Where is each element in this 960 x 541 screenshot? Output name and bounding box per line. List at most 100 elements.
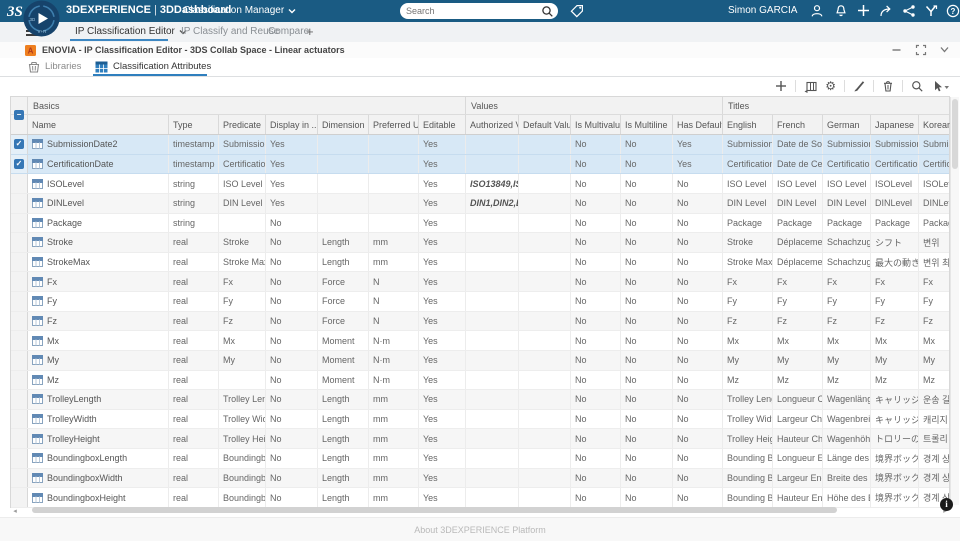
horizontal-scrollbar-thumb[interactable]: [32, 507, 837, 513]
column-header-title_fr[interactable]: French: [773, 115, 823, 134]
table-row[interactable]: FyrealFyNoForceNYesNoNoNoFyFyFyFyFy: [11, 292, 949, 312]
widget-title: ENOVIA - IP Classification Editor - 3DS …: [42, 45, 345, 55]
row-checkbox[interactable]: ✓: [14, 159, 24, 169]
add-tab-button[interactable]: +: [306, 24, 314, 39]
horizontal-scrollbar-track[interactable]: [20, 507, 940, 514]
column-header-label: English: [727, 120, 757, 130]
row-select-cell[interactable]: [11, 351, 28, 370]
row-select-cell[interactable]: [11, 488, 28, 507]
table-row[interactable]: MxrealMxNoMomentN·mYesNoNoNoMxMxMxMxMx: [11, 331, 949, 351]
tab-compare[interactable]: Compare: [268, 22, 309, 41]
column-header-authorized[interactable]: Authorized Val...: [466, 115, 519, 134]
row-select-cell[interactable]: [11, 272, 28, 291]
column-header-title_en[interactable]: English: [723, 115, 773, 134]
help-icon[interactable]: ?: [946, 4, 960, 18]
tag-icon[interactable]: [570, 4, 584, 18]
subtab-classification-attributes[interactable]: Classification Attributes: [95, 58, 211, 75]
add-content-icon[interactable]: [857, 4, 870, 17]
about-link[interactable]: About 3DEXPERIENCE Platform: [414, 525, 546, 535]
row-select-cell[interactable]: [11, 410, 28, 429]
horizontal-scrollbar[interactable]: ◂ ▸: [10, 506, 950, 515]
cell-dimension: Length: [318, 410, 369, 429]
row-select-cell[interactable]: [11, 312, 28, 331]
table-row[interactable]: FxrealFxNoForceNYesNoNoNoFxFxFxFxFx: [11, 272, 949, 292]
table-row[interactable]: PackagestringNoYesNoNoNoPackagePackagePa…: [11, 214, 949, 234]
table-row[interactable]: TrolleyWidthrealTrolley WidthNoLengthmmY…: [11, 410, 949, 430]
table-search-button[interactable]: [911, 80, 924, 93]
column-header-name[interactable]: Name: [28, 115, 169, 134]
column-header-multiline[interactable]: Is Multiline: [621, 115, 673, 134]
table-row[interactable]: FzrealFzNoForceNYesNoNoNoFzFzFzFzFz: [11, 312, 949, 332]
row-select-cell[interactable]: [11, 233, 28, 252]
settings-button[interactable]: ⚙: [825, 80, 836, 92]
column-header-predicate[interactable]: Predicate: [219, 115, 266, 134]
share-forward-icon[interactable]: [879, 4, 893, 18]
row-select-cell[interactable]: [11, 469, 28, 488]
compass-icon[interactable]: 3D V+R: [23, 0, 60, 37]
row-select-cell[interactable]: [11, 429, 28, 448]
select-all-checkbox[interactable]: −: [14, 110, 24, 120]
column-header-title_ja[interactable]: Japanese: [871, 115, 919, 134]
vertical-scrollbar[interactable]: [950, 97, 959, 505]
maximize-button[interactable]: [915, 44, 927, 56]
app-menu-button[interactable]: Classification Manager: [183, 5, 296, 16]
table-row[interactable]: BoundingboxHeightrealBoundingbox ...NoLe…: [11, 488, 949, 508]
add-attribute-button[interactable]: [775, 80, 787, 92]
column-header-type[interactable]: Type: [169, 115, 219, 134]
row-select-cell[interactable]: [11, 253, 28, 272]
subtab-libraries[interactable]: Libraries: [28, 58, 81, 75]
row-checkbox[interactable]: ✓: [14, 139, 24, 149]
column-header-title_de[interactable]: German: [823, 115, 871, 134]
table-row[interactable]: MzrealNoMomentN·mYesNoNoNoMzMzMzMzMz: [11, 371, 949, 391]
table-row[interactable]: ✓CertificationDatetimestampCertification…: [11, 155, 949, 175]
table-row[interactable]: TrolleyLengthrealTrolley LengthNoLengthm…: [11, 390, 949, 410]
info-button[interactable]: i: [940, 498, 953, 511]
column-header-editable[interactable]: Editable: [419, 115, 466, 134]
table-row[interactable]: MyrealMyNoMomentN·mYesNoNoNoMyMyMyMyMy: [11, 351, 949, 371]
column-header-dimension[interactable]: Dimension: [318, 115, 369, 134]
attribute-name-label: My: [47, 355, 59, 365]
row-select-cell[interactable]: [11, 194, 28, 213]
scroll-left-arrow-icon[interactable]: ◂: [10, 507, 20, 515]
minimize-button[interactable]: [891, 44, 902, 55]
table-row[interactable]: BoundingboxWidthrealBoundingbox ...NoLen…: [11, 469, 949, 489]
edit-button[interactable]: [853, 80, 865, 92]
table-row[interactable]: DINLevelstringDIN LevelYesYesDIN1,DIN2,D…: [11, 194, 949, 214]
row-select-cell[interactable]: ✓: [11, 155, 28, 174]
column-header-has_default[interactable]: Has Default Va...: [673, 115, 723, 134]
column-header-label: Dimension: [322, 120, 365, 130]
row-select-cell[interactable]: [11, 292, 28, 311]
user-name[interactable]: Simon GARCIA: [728, 5, 797, 16]
share-nodes-icon[interactable]: [902, 4, 916, 18]
row-select-cell[interactable]: ✓: [11, 135, 28, 154]
row-select-cell[interactable]: [11, 390, 28, 409]
row-select-cell[interactable]: [11, 174, 28, 193]
column-header-multivalue[interactable]: Is Multivalue: [571, 115, 621, 134]
search-icon[interactable]: [541, 5, 554, 18]
row-select-cell[interactable]: [11, 449, 28, 468]
row-select-cell[interactable]: [11, 371, 28, 390]
row-select-cell[interactable]: [11, 214, 28, 233]
column-header-title_ko[interactable]: Korean: [919, 115, 951, 134]
column-header-display[interactable]: Display in ...⇅: [266, 115, 318, 134]
collapse-chevron-button[interactable]: [939, 44, 950, 55]
cell-multiline: No: [621, 351, 673, 370]
search-input[interactable]: [400, 6, 541, 16]
selection-mode-button[interactable]: [932, 80, 950, 93]
column-header-unit[interactable]: Preferred Unit: [369, 115, 419, 134]
classification-structure-button[interactable]: [804, 80, 817, 93]
tab-ip-classify-and-reuse[interactable]: IP Classify and Reuse: [181, 22, 279, 41]
vertical-scrollbar-thumb[interactable]: [952, 99, 958, 169]
table-row[interactable]: ISOLevelstringISO LevelYesYesISO13849,IS…: [11, 174, 949, 194]
notifications-bell-icon[interactable]: [834, 4, 848, 18]
table-row[interactable]: StrokeMaxrealStroke MaxNoLengthmmYesNoNo…: [11, 253, 949, 273]
swym-community-icon[interactable]: [924, 4, 938, 18]
delete-button[interactable]: [882, 80, 894, 92]
table-row[interactable]: BoundingboxLengthrealBoundingbox ...NoLe…: [11, 449, 949, 469]
table-row[interactable]: TrolleyHeightrealTrolley HeightNoLengthm…: [11, 429, 949, 449]
row-select-cell[interactable]: [11, 331, 28, 350]
table-row[interactable]: StrokerealStrokeNoLengthmmYesNoNoNoStrok…: [11, 233, 949, 253]
table-row[interactable]: ✓SubmissionDate2timestampSubmission Date…: [11, 135, 949, 155]
user-profile-icon[interactable]: [810, 4, 824, 18]
column-header-default_value[interactable]: Default Value (...: [519, 115, 571, 134]
